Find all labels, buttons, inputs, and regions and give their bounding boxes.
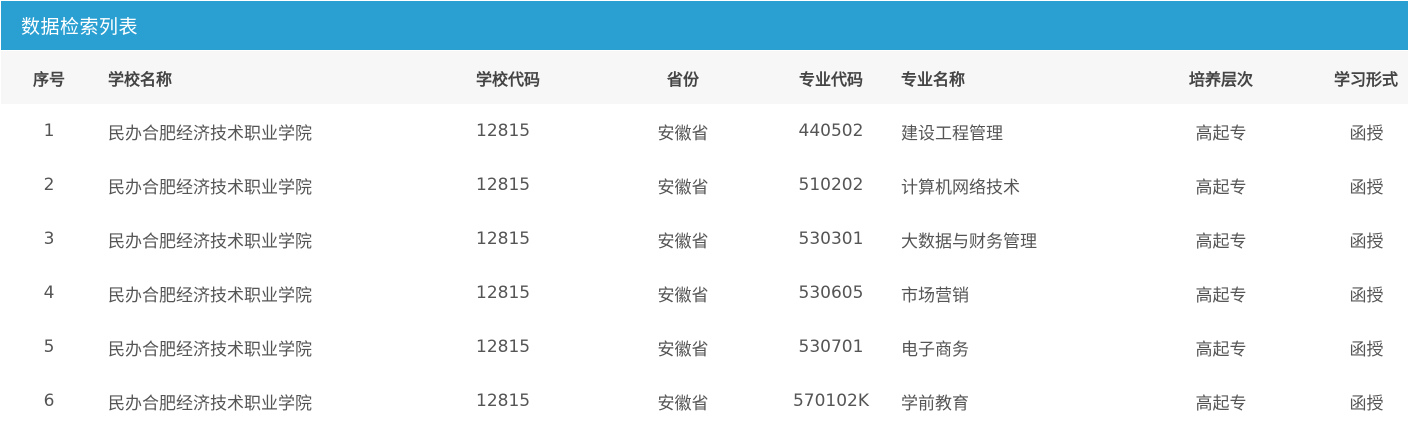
cell-seq: 6 — [43, 391, 55, 411]
table-row: 1 民办合肥经济技术职业学院 12815 安徽省 440502 建设工程管理 高… — [1, 104, 1408, 158]
table-row: 5 民办合肥经济技术职业学院 12815 安徽省 530701 电子商务 高起专… — [1, 320, 1408, 374]
cell-level: 高起专 — [1195, 339, 1247, 360]
cell-level: 高起专 — [1195, 393, 1247, 414]
cell-major-code: 440502 — [798, 121, 864, 141]
cell-school-name: 民办合肥经济技术职业学院 — [108, 231, 312, 252]
cell-school-code: 12815 — [476, 229, 531, 249]
table-body: 1 民办合肥经济技术职业学院 12815 安徽省 440502 建设工程管理 高… — [1, 104, 1408, 428]
table-row: 4 民办合肥经济技术职业学院 12815 安徽省 530605 市场营销 高起专… — [1, 266, 1408, 320]
cell-major-code: 530605 — [798, 283, 864, 303]
cell-school-name: 民办合肥经济技术职业学院 — [108, 339, 312, 360]
cell-study-form: 函授 — [1349, 393, 1384, 414]
table-row: 6 民办合肥经济技术职业学院 12815 安徽省 570102K 学前教育 高起… — [1, 374, 1408, 428]
cell-seq: 3 — [43, 229, 55, 249]
cell-major-name: 建设工程管理 — [901, 123, 1003, 144]
col-header-seq: 序号 — [32, 69, 65, 89]
cell-school-code: 12815 — [476, 283, 531, 303]
cell-study-form: 函授 — [1349, 231, 1384, 252]
cell-school-code: 12815 — [476, 175, 531, 195]
cell-province: 安徽省 — [657, 231, 709, 252]
cell-school-name: 民办合肥经济技术职业学院 — [108, 177, 312, 198]
table-header: 序号 学校名称 学校代码 省份 专业代码 专业名称 培养层次 学习形式 — [1, 51, 1408, 104]
cell-level: 高起专 — [1195, 177, 1247, 198]
table-row: 2 民办合肥经济技术职业学院 12815 安徽省 510202 计算机网络技术 … — [1, 158, 1408, 212]
data-search-panel: 数据检索列表 序号 学校名称 学校代码 省份 专业代码 专业名称 培养层次 学习… — [0, 0, 1409, 429]
cell-major-code: 530301 — [798, 229, 864, 249]
cell-study-form: 函授 — [1349, 285, 1384, 306]
cell-study-form: 函授 — [1349, 177, 1384, 198]
cell-major-code: 570102K — [792, 391, 870, 411]
panel-title: 数据检索列表 — [21, 16, 139, 38]
cell-province: 安徽省 — [657, 123, 709, 144]
cell-level: 高起专 — [1195, 123, 1247, 144]
table-row: 3 民办合肥经济技术职业学院 12815 安徽省 530301 大数据与财务管理… — [1, 212, 1408, 266]
col-header-school-code: 学校代码 — [476, 69, 541, 89]
cell-major-code: 530701 — [798, 337, 864, 357]
cell-major-name: 市场营销 — [901, 285, 969, 306]
cell-seq: 4 — [43, 283, 55, 303]
cell-study-form: 函授 — [1349, 123, 1384, 144]
cell-level: 高起专 — [1195, 285, 1247, 306]
cell-major-name: 大数据与财务管理 — [901, 231, 1037, 252]
cell-major-name: 计算机网络技术 — [901, 177, 1020, 198]
cell-school-code: 12815 — [476, 121, 531, 141]
cell-province: 安徽省 — [657, 285, 709, 306]
cell-seq: 2 — [43, 175, 55, 195]
cell-school-name: 民办合肥经济技术职业学院 — [108, 123, 312, 144]
cell-school-name: 民办合肥经济技术职业学院 — [108, 393, 312, 414]
cell-school-code: 12815 — [476, 337, 531, 357]
col-header-school-name: 学校名称 — [108, 69, 173, 89]
cell-seq: 1 — [43, 121, 55, 141]
cell-seq: 5 — [43, 337, 55, 357]
panel-header: 数据检索列表 — [1, 1, 1408, 50]
cell-province: 安徽省 — [657, 393, 709, 414]
cell-school-code: 12815 — [476, 391, 531, 411]
cell-major-code: 510202 — [798, 175, 864, 195]
cell-major-name: 电子商务 — [901, 339, 969, 360]
col-header-study-form: 学习形式 — [1333, 69, 1398, 89]
cell-province: 安徽省 — [657, 339, 709, 360]
cell-school-name: 民办合肥经济技术职业学院 — [108, 285, 312, 306]
cell-major-name: 学前教育 — [901, 393, 969, 414]
table-header-row: 序号 学校名称 学校代码 省份 专业代码 专业名称 培养层次 学习形式 — [1, 51, 1408, 104]
cell-province: 安徽省 — [657, 177, 709, 198]
cell-study-form: 函授 — [1349, 339, 1384, 360]
col-header-province: 省份 — [666, 69, 699, 89]
col-header-level: 培养层次 — [1188, 69, 1253, 89]
col-header-major-name: 专业名称 — [901, 69, 966, 89]
results-table: 序号 学校名称 学校代码 省份 专业代码 专业名称 培养层次 学习形式 1 民办… — [1, 51, 1408, 428]
col-header-major-code: 专业代码 — [798, 69, 863, 89]
cell-level: 高起专 — [1195, 231, 1247, 252]
